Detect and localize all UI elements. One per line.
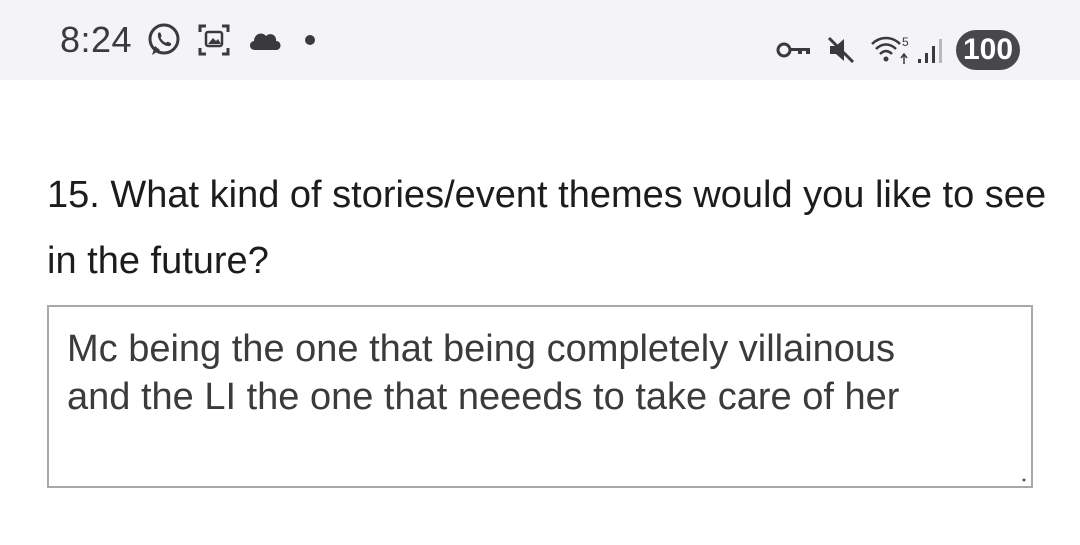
status-bar-left: 8:24 xyxy=(60,0,316,90)
resize-handle-icon[interactable] xyxy=(1021,477,1027,483)
answer-text: Mc being the one that being completely v… xyxy=(67,328,900,418)
status-bar: 8:24 5 100 xyxy=(0,0,1080,80)
vpn-key-icon xyxy=(776,40,812,60)
signal-icon xyxy=(916,35,944,65)
wifi-icon: 5 xyxy=(870,34,910,66)
cloud-icon xyxy=(246,26,284,54)
mute-icon xyxy=(826,35,856,65)
answer-textarea[interactable]: Mc being the one that being completely v… xyxy=(47,305,1033,488)
battery-indicator: 100 xyxy=(956,30,1020,70)
wifi-band-label: 5 xyxy=(902,35,909,49)
question-label: 15. What kind of stories/event themes wo… xyxy=(47,174,1047,282)
notification-dot-icon xyxy=(304,34,316,46)
whatsapp-icon xyxy=(146,22,182,58)
clock: 8:24 xyxy=(60,19,133,60)
status-bar-right: 5 100 xyxy=(762,30,1020,70)
screenshot-icon xyxy=(196,22,232,58)
